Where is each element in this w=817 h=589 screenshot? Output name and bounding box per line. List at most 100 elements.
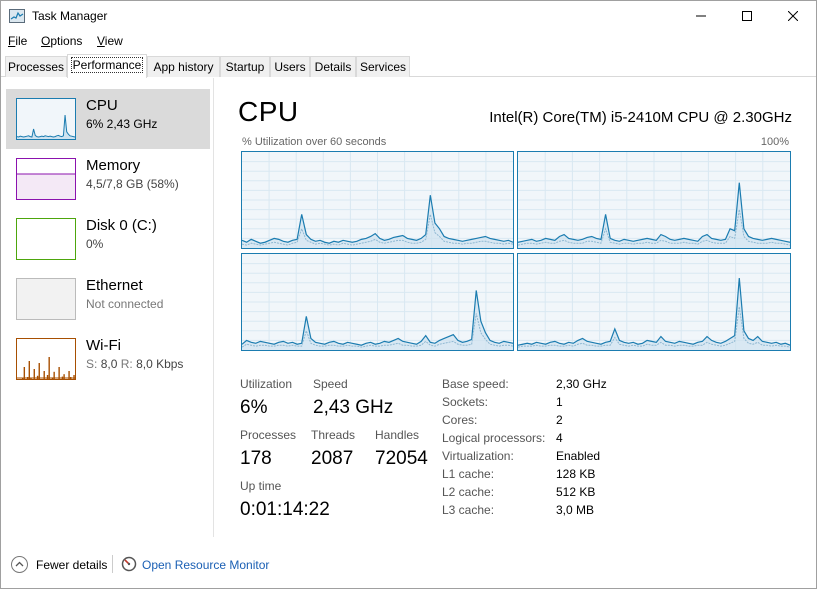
open-resource-monitor-link[interactable]: Open Resource Monitor [142, 558, 269, 572]
tab-processes[interactable]: Processes [5, 56, 67, 77]
sidebar-item-value: S: 8,0 R: 8,0 Kbps [86, 357, 183, 371]
task-manager-app-icon [9, 9, 25, 23]
page-title: CPU [238, 96, 299, 127]
send-value: 8,0 [100, 357, 118, 371]
speed-label: Speed [313, 377, 348, 391]
processes-label: Processes [240, 428, 297, 442]
graph-caption: % Utilization over 60 seconds [242, 136, 387, 148]
sidebar-item-cpu[interactable]: CPU 6% 2,43 GHz [6, 89, 210, 149]
info-label-l3-cache: L3 cache: [442, 503, 495, 517]
wifi-thumbnail-graph [16, 338, 76, 380]
tab-performance-label: Performance [70, 57, 144, 73]
menu-file[interactable]: File [8, 34, 27, 48]
minimize-button[interactable] [678, 1, 724, 31]
processes-value: 178 [240, 448, 272, 469]
info-label-logical-processors: Logical processors: [442, 431, 546, 445]
title-bar[interactable]: Task Manager [1, 1, 816, 31]
maximize-button[interactable] [724, 1, 770, 31]
info-label-cores: Cores: [442, 413, 478, 427]
threads-label: Threads [311, 428, 356, 442]
menu-view-mnemonic: V [97, 34, 105, 48]
fewer-details-button[interactable]: Fewer details [36, 558, 107, 572]
info-value-sockets: 1 [556, 395, 563, 409]
chevron-up-icon[interactable] [11, 556, 28, 573]
cpu-core-graph-4 [517, 253, 791, 351]
minimize-icon [696, 15, 706, 17]
info-label-l1-cache: L1 cache: [442, 467, 495, 481]
sidebar-item-memory[interactable]: Memory 4,5/7,8 GB (58%) [6, 149, 210, 209]
sidebar-item-label: CPU [86, 97, 118, 114]
tab-services[interactable]: Services [356, 56, 410, 77]
sidebar-item-label: Wi-Fi [86, 337, 121, 354]
memory-thumbnail-graph [16, 158, 76, 200]
wifi-thumb-bar [36, 375, 39, 379]
info-value-l1-cache: 128 KB [556, 467, 596, 481]
menu-view-label: iew [104, 34, 123, 48]
sidebar-item-value: 0% [86, 237, 104, 251]
cpu-core-graph-1 [241, 151, 514, 249]
task-manager-window: Task Manager File Options View Processes… [0, 0, 817, 589]
wifi-thumb-bar [38, 363, 40, 379]
sidebar-item-value: 6% 2,43 GHz [86, 117, 158, 131]
send-label: S: [86, 357, 98, 371]
tab-startup[interactable]: Startup [220, 56, 270, 77]
info-value-cores: 2 [556, 413, 563, 427]
info-value-logical-processors: 4 [556, 431, 563, 445]
sidebar-item-ethernet[interactable]: Ethernet Not connected [6, 269, 210, 329]
info-label-base-speed: Base speed: [442, 377, 509, 391]
info-value-l3-cache: 3,0 MB [556, 503, 595, 517]
tab-users[interactable]: Users [270, 56, 310, 77]
tab-services-label: Services [359, 60, 406, 74]
handles-value: 72054 [375, 448, 428, 469]
info-value-virtualization: Enabled [556, 449, 601, 463]
tab-app-history-label: App history [153, 60, 214, 74]
menu-options[interactable]: Options [41, 34, 82, 48]
info-value-l2-cache: 512 KB [556, 485, 596, 499]
wifi-thumb-bar [48, 357, 50, 379]
sidebar-item-wifi[interactable]: Wi-Fi S: 8,0 R: 8,0 Kbps [6, 329, 210, 389]
utilization-label: Utilization [240, 377, 293, 391]
close-icon [788, 11, 798, 21]
wifi-thumb-bar [23, 367, 26, 379]
tab-strip: Processes Performance App history Startu… [1, 54, 816, 78]
info-label-sockets: Sockets: [442, 395, 489, 409]
menu-view[interactable]: View [97, 34, 123, 48]
speed-value: 2,43 GHz [313, 397, 394, 418]
threads-value: 2087 [311, 448, 354, 469]
tab-processes-label: Processes [7, 60, 65, 74]
tab-performance[interactable]: Performance [67, 54, 147, 78]
cpu-thumbnail-graph [16, 98, 76, 140]
resource-monitor-icon [121, 556, 137, 572]
cpu-core-graph-2 [517, 151, 791, 249]
menu-options-label: ptions [50, 34, 83, 48]
graph-max-label: 100% [760, 136, 789, 148]
sidebar-item-disk[interactable]: Disk 0 (C:) 0% [6, 209, 210, 269]
ethernet-thumbnail-graph [16, 278, 76, 320]
uptime-label: Up time [240, 479, 282, 493]
footer-divider [112, 555, 113, 573]
menu-bar: File Options View [1, 32, 816, 52]
close-button[interactable] [770, 1, 816, 31]
tab-details[interactable]: Details [310, 56, 356, 77]
tab-details-label: Details [314, 60, 352, 74]
menu-file-label: ile [15, 34, 28, 48]
wifi-thumb-bar [58, 367, 60, 379]
window-title: Task Manager [32, 9, 108, 23]
info-label-l2-cache: L2 cache: [442, 485, 495, 499]
sidebar-item-label: Memory [86, 157, 141, 174]
handles-label: Handles [375, 428, 420, 442]
receive-label: R: [120, 357, 133, 371]
sidebar-item-value: 4,5/7,8 GB (58%) [86, 177, 179, 191]
wifi-thumb-bar [28, 361, 30, 379]
tab-app-history[interactable]: App history [147, 56, 220, 77]
receive-value: 8,0 Kbps [136, 357, 184, 371]
menu-options-mnemonic: O [41, 34, 51, 48]
sidebar-item-value: Not connected [86, 297, 164, 311]
info-value-base-speed: 2,30 GHz [556, 377, 607, 391]
tab-users-label: Users [274, 60, 306, 74]
footer-bar: Fewer details Open Resource Monitor [1, 542, 816, 588]
resource-sidebar: CPU 6% 2,43 GHz Memory 4,5/7,8 GB (58%) … [1, 78, 214, 537]
tab-startup-label: Startup [225, 60, 265, 74]
info-label-virtualization: Virtualization: [442, 449, 514, 463]
uptime-value: 0:01:14:22 [240, 499, 330, 520]
